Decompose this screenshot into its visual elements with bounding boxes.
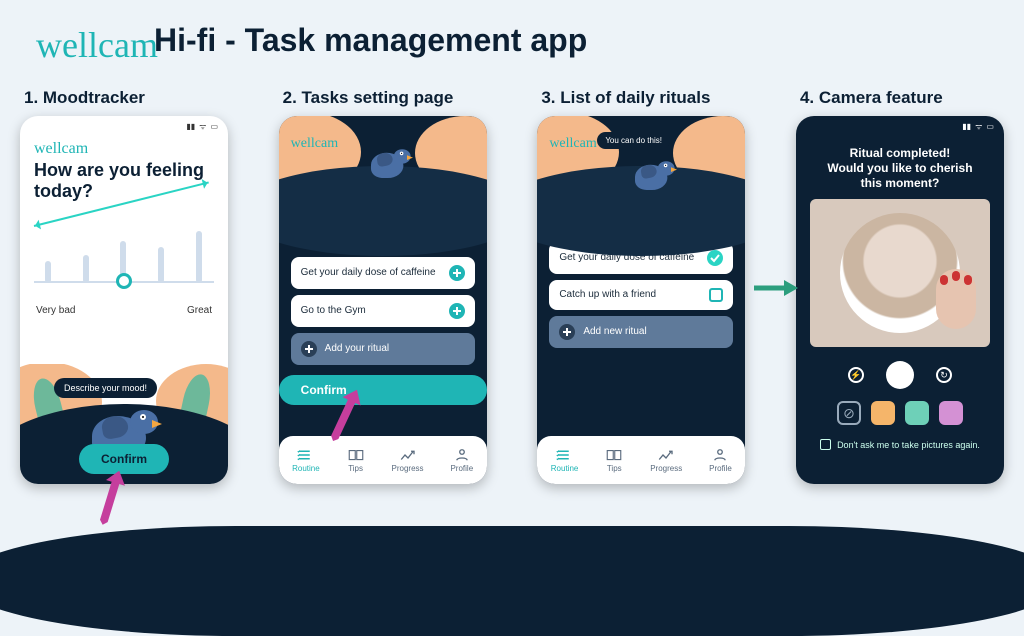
slider-knob[interactable] bbox=[116, 273, 132, 289]
mood-question: How are you feeling today? bbox=[34, 160, 214, 201]
checkbox-icon[interactable] bbox=[709, 288, 723, 302]
confirm-button[interactable]: Confirm bbox=[279, 375, 487, 405]
statusbar: ▮▮ ᯤ ▭ bbox=[20, 116, 228, 132]
task-label: Go to the Gym bbox=[301, 305, 366, 316]
task-label: Catch up with a friend bbox=[559, 289, 656, 300]
frame-3: 3. List of daily rituals ▮▮ᯤ▭ wellcam Yo… bbox=[537, 88, 745, 484]
checkbox-icon[interactable] bbox=[820, 439, 831, 450]
tab-label: Profile bbox=[709, 464, 732, 473]
add-ritual-button[interactable]: Add new ritual bbox=[549, 316, 733, 348]
tab-label: Tips bbox=[348, 464, 363, 473]
bird-icon bbox=[635, 160, 671, 190]
tab-label: Progress bbox=[392, 464, 424, 473]
battery-icon: ▭ bbox=[986, 122, 994, 131]
signal-icon: ▮▮ bbox=[186, 122, 195, 131]
filter-row: ⊘ bbox=[796, 401, 1004, 425]
dont-ask-row[interactable]: Don't ask me to take pictures again. bbox=[796, 439, 1004, 450]
tab-profile[interactable]: Profile bbox=[450, 448, 473, 473]
battery-icon: ▭ bbox=[210, 122, 218, 131]
statusbar: ▮▮ ᯤ ▭ bbox=[796, 116, 1004, 132]
camera-message-line: Ritual completed! bbox=[816, 146, 984, 161]
scale-high-label: Great bbox=[187, 305, 212, 316]
camera-message-line: Would you like to cherish this moment? bbox=[816, 161, 984, 191]
mood-bar bbox=[158, 247, 164, 283]
task-row[interactable]: Get your daily dose of caffeine bbox=[291, 257, 475, 289]
confirm-button[interactable]: Confirm bbox=[79, 444, 169, 474]
filter-swatch[interactable] bbox=[905, 401, 929, 425]
mood-bar bbox=[45, 261, 51, 283]
phone-moodtracker: ▮▮ᯤ▭ wellcam How are you feeling today? … bbox=[20, 116, 228, 484]
flash-icon[interactable]: ⚡ bbox=[848, 367, 864, 383]
check-icon[interactable] bbox=[707, 250, 723, 266]
tab-progress[interactable]: Progress bbox=[392, 448, 424, 473]
add-ritual-button[interactable]: Add your ritual bbox=[291, 333, 475, 365]
filter-swatch[interactable] bbox=[871, 401, 895, 425]
camera-controls: ⚡ ↻ bbox=[796, 361, 1004, 389]
frame-caption: 1. Moodtracker bbox=[24, 88, 145, 108]
tab-label: Profile bbox=[450, 464, 473, 473]
tab-routine[interactable]: Routine bbox=[551, 448, 579, 473]
brand-logo: wellcam bbox=[549, 136, 596, 152]
mood-bar bbox=[83, 255, 89, 283]
tab-label: Routine bbox=[292, 464, 320, 473]
add-icon bbox=[559, 324, 575, 340]
task-row[interactable]: Catch up with a friend bbox=[549, 280, 733, 310]
mood-slider[interactable] bbox=[34, 223, 214, 301]
tab-progress[interactable]: Progress bbox=[650, 448, 682, 473]
phone-daily-rituals: ▮▮ᯤ▭ wellcam You can do this! Congratula… bbox=[537, 116, 745, 484]
frame-row: 1. Moodtracker ▮▮ ᯤ ▭ wellcam How are you … bbox=[20, 88, 1004, 484]
phone-camera: ▮▮ ᯤ ▭ Ritual completed! Would you like to… bbox=[796, 116, 1004, 484]
camera-photo bbox=[810, 199, 990, 347]
brand-logo: wellcam bbox=[36, 24, 158, 66]
tab-profile[interactable]: Profile bbox=[709, 448, 732, 473]
filter-none[interactable]: ⊘ bbox=[837, 401, 861, 425]
camera-message: Ritual completed! Would you like to cher… bbox=[796, 132, 1004, 199]
tab-routine[interactable]: Routine bbox=[292, 448, 320, 473]
add-ritual-label: Add new ritual bbox=[583, 326, 646, 337]
hand-icon bbox=[936, 269, 976, 329]
tabbar: Routine Tips Progress Profile bbox=[279, 436, 487, 484]
tab-label: Progress bbox=[650, 464, 682, 473]
dont-ask-label: Don't ask me to take pictures again. bbox=[837, 440, 980, 450]
brand-logo: wellcam bbox=[34, 140, 214, 158]
frame-4: 4. Camera feature ▮▮ ᯤ ▭ Ritual completed!… bbox=[796, 88, 1004, 484]
tabbar: Routine Tips Progress Profile bbox=[537, 436, 745, 484]
scale-low-label: Very bad bbox=[36, 305, 75, 316]
speech-bubble: Describe your mood! bbox=[54, 378, 157, 398]
add-icon[interactable] bbox=[449, 303, 465, 319]
annotation-arrow-icon bbox=[752, 278, 798, 298]
frame-2: 2. Tasks setting page ▮▮ᯤ▭ wellcam Sugge… bbox=[279, 88, 487, 484]
speech-bubble: You can do this! bbox=[597, 132, 670, 149]
tab-tips[interactable]: Tips bbox=[347, 448, 365, 473]
tab-tips[interactable]: Tips bbox=[605, 448, 623, 473]
task-row[interactable]: Go to the Gym bbox=[291, 295, 475, 327]
tab-label: Tips bbox=[607, 464, 622, 473]
bird-icon bbox=[371, 148, 407, 178]
mood-bar bbox=[196, 231, 202, 283]
frame-caption: 4. Camera feature bbox=[800, 88, 943, 108]
brand-logo: wellcam bbox=[291, 136, 338, 152]
shutter-button[interactable] bbox=[886, 361, 914, 389]
frame-1: 1. Moodtracker ▮▮ ᯤ ▭ wellcam How are you … bbox=[20, 88, 228, 484]
tab-label: Routine bbox=[551, 464, 579, 473]
task-label: Get your daily dose of caffeine bbox=[301, 267, 436, 278]
frame-caption: 2. Tasks setting page bbox=[283, 88, 454, 108]
wifi-icon: ᯤ bbox=[199, 121, 206, 132]
page-title: Hi-fi - Task management app bbox=[154, 22, 587, 59]
footer-band bbox=[0, 526, 1024, 636]
wifi-icon: ᯤ bbox=[975, 121, 982, 132]
add-ritual-label: Add your ritual bbox=[325, 343, 389, 354]
flip-camera-icon[interactable]: ↻ bbox=[936, 367, 952, 383]
add-icon bbox=[301, 341, 317, 357]
frame-caption: 3. List of daily rituals bbox=[541, 88, 710, 108]
signal-icon: ▮▮ bbox=[962, 122, 971, 131]
phone-tasks: ▮▮ᯤ▭ wellcam Suggested tasks Based on yo… bbox=[279, 116, 487, 484]
add-icon[interactable] bbox=[449, 265, 465, 281]
filter-swatch[interactable] bbox=[939, 401, 963, 425]
